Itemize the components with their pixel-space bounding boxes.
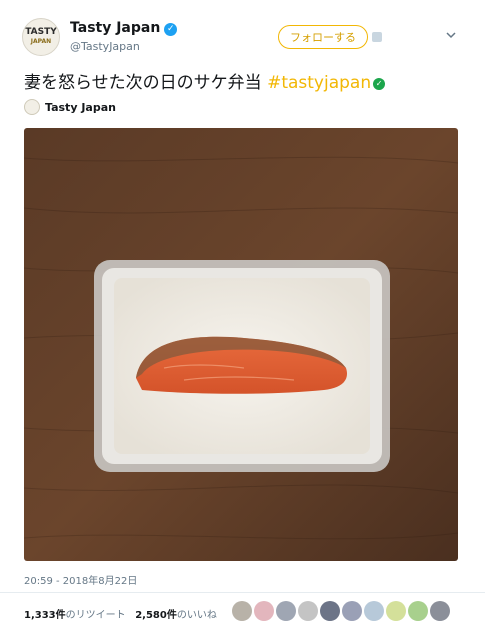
hashtag-check-icon: ✓ bbox=[373, 78, 386, 90]
engagement-stats: 1,333件のリツイート 2,580件のいいね bbox=[24, 606, 217, 621]
verified-badge-icon: ✓ bbox=[164, 23, 178, 36]
chevron-down-icon[interactable] bbox=[444, 28, 458, 42]
tweet-body: 妻を怒らせた次の日のサケ弁当 bbox=[24, 73, 268, 93]
embedded-avatar[interactable] bbox=[24, 99, 40, 115]
liker-avatar[interactable] bbox=[364, 601, 384, 621]
retweet-count: 1,333件 bbox=[24, 610, 66, 621]
liker-avatar[interactable] bbox=[298, 601, 318, 621]
divider bbox=[0, 592, 485, 593]
account-avatar[interactable]: TASTY JAPAN bbox=[22, 18, 60, 56]
account-name-row[interactable]: Tasty Japan ✓ bbox=[70, 20, 178, 36]
like-stat[interactable]: 2,580件のいいね bbox=[135, 610, 217, 621]
follow-button[interactable]: フォローする bbox=[278, 25, 368, 49]
account-name[interactable]: Tasty Japan bbox=[70, 20, 160, 36]
liker-avatar[interactable] bbox=[320, 601, 340, 621]
avatar-logo-sub: JAPAN bbox=[30, 38, 52, 45]
like-label: のいいね bbox=[176, 610, 217, 621]
liker-avatar[interactable] bbox=[386, 601, 406, 621]
add-user-icon[interactable] bbox=[372, 32, 382, 42]
tweet-photo[interactable] bbox=[24, 128, 458, 561]
retweet-label: のリツイート bbox=[65, 610, 126, 621]
tweet-timestamp[interactable]: 20:59 - 2018年8月22日 bbox=[24, 572, 137, 587]
liker-avatar[interactable] bbox=[276, 601, 296, 621]
liker-avatars bbox=[232, 601, 450, 621]
hashtag-link[interactable]: #tastyjapan bbox=[267, 73, 371, 93]
embedded-credit-name[interactable]: Tasty Japan bbox=[45, 101, 116, 114]
retweet-stat[interactable]: 1,333件のリツイート bbox=[24, 610, 126, 621]
liker-avatar[interactable] bbox=[232, 601, 252, 621]
tweet-text: 妻を怒らせた次の日のサケ弁当 #tastyjapan ✓ bbox=[24, 68, 386, 93]
avatar-logo-text: TASTY bbox=[25, 27, 57, 37]
account-handle[interactable]: @TastyJapan bbox=[70, 40, 140, 53]
like-count: 2,580件 bbox=[135, 610, 177, 621]
liker-avatar[interactable] bbox=[254, 601, 274, 621]
liker-avatar[interactable] bbox=[408, 601, 428, 621]
liker-avatar[interactable] bbox=[430, 601, 450, 621]
liker-avatar[interactable] bbox=[342, 601, 362, 621]
